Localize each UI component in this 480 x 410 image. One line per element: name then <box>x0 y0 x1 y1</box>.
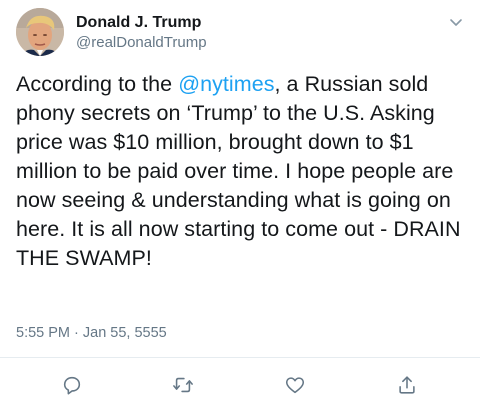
avatar[interactable] <box>16 8 64 56</box>
chevron-down-icon[interactable] <box>448 14 464 30</box>
author-names: Donald J. Trump @realDonaldTrump <box>76 13 207 53</box>
share-button[interactable] <box>393 371 421 399</box>
divider <box>0 357 480 358</box>
share-icon <box>399 376 415 394</box>
tweet-text-rest: , a Russian sold phony secrets on ‘Trump… <box>16 72 461 270</box>
tweet-header: Donald J. Trump @realDonaldTrump <box>16 8 468 62</box>
tweet-timestamp[interactable]: 5:55 PM · Jan 55, 5555 <box>16 323 167 343</box>
reply-icon <box>63 376 81 395</box>
display-name[interactable]: Donald J. Trump <box>76 13 207 33</box>
like-button[interactable] <box>281 371 309 399</box>
heart-icon <box>285 377 305 394</box>
action-bar <box>0 365 480 405</box>
avatar-image <box>16 8 64 56</box>
retweet-icon <box>173 377 193 393</box>
tweet-text-start: According to the <box>16 72 179 96</box>
mention-link[interactable]: @nytimes <box>178 72 274 96</box>
reply-button[interactable] <box>58 371 86 399</box>
tweet-text: According to the @nytimes, a Russian sol… <box>16 70 471 273</box>
user-handle[interactable]: @realDonaldTrump <box>76 33 207 53</box>
retweet-button[interactable] <box>169 371 197 399</box>
